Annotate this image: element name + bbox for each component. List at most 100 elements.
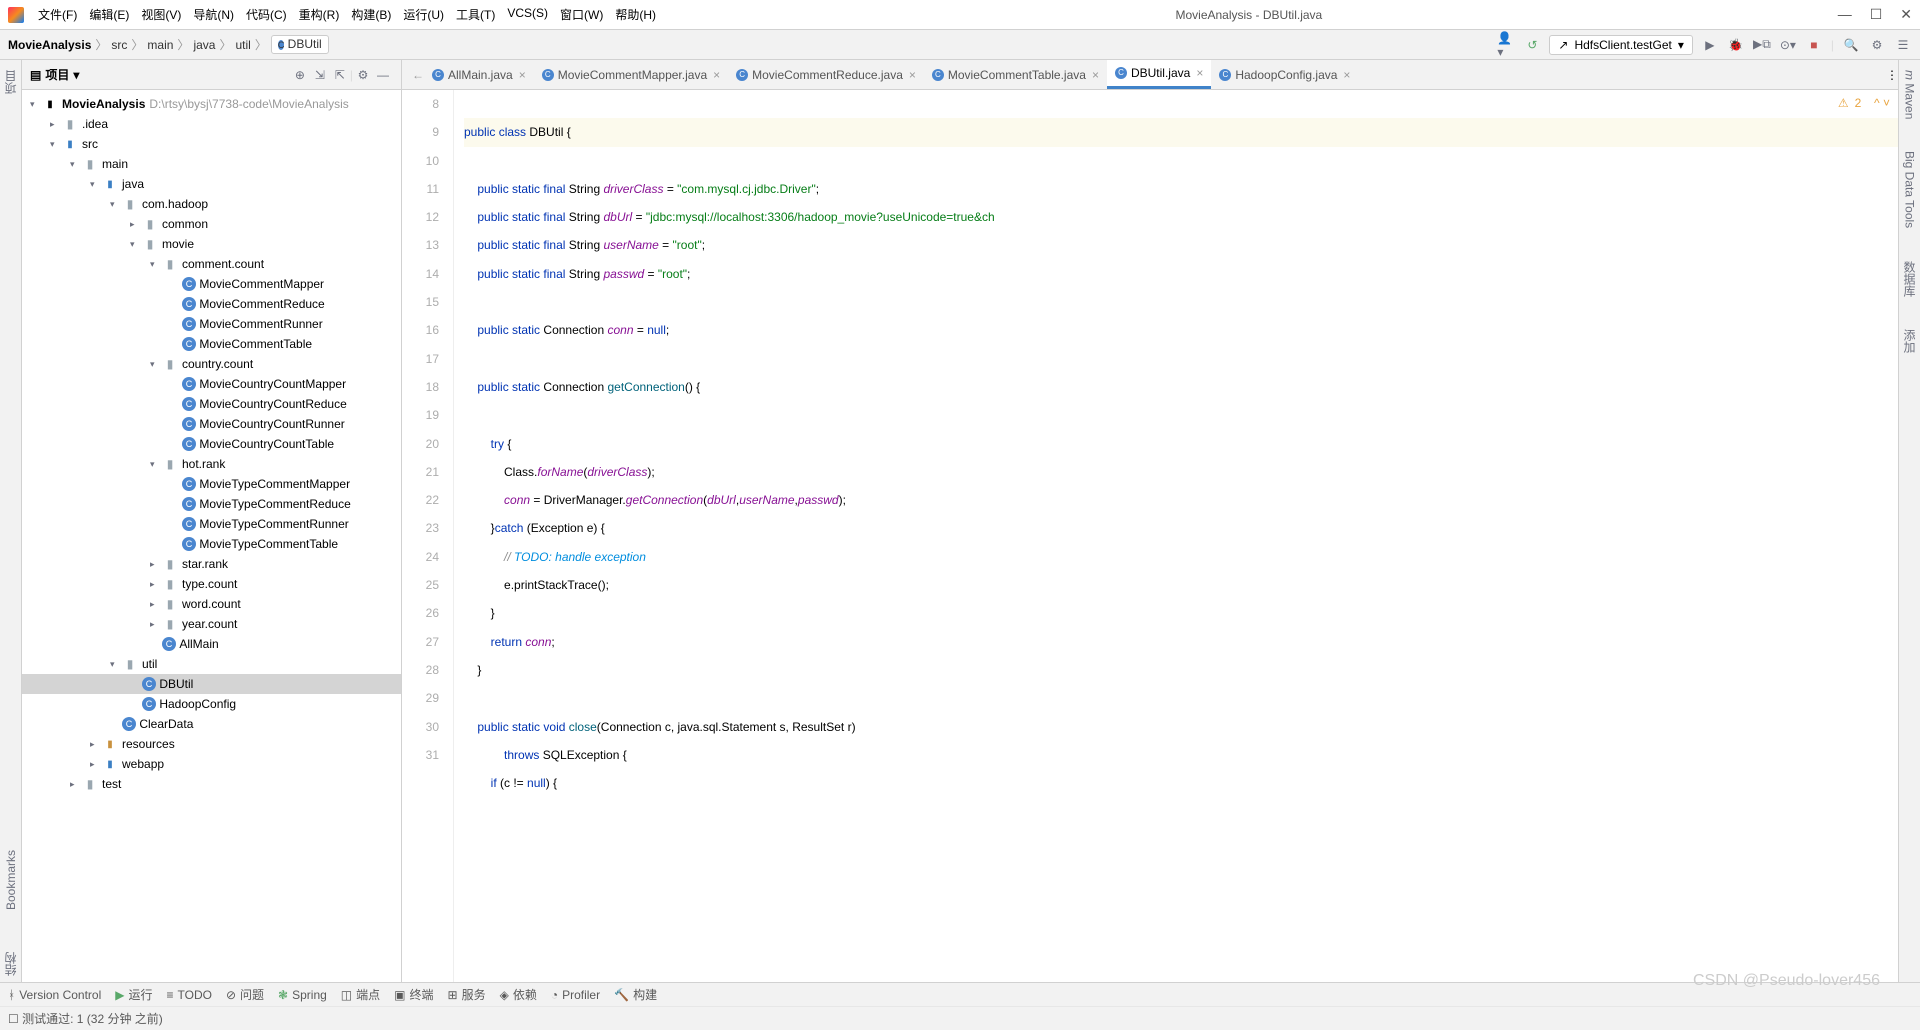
status-terminal[interactable]: ▣ 终端 [394, 986, 433, 1003]
close-icon[interactable]: × [909, 68, 916, 82]
menu-edit[interactable]: 编辑(E) [85, 4, 133, 25]
tree-package[interactable]: ▾hot.rank [22, 454, 401, 474]
tree-package[interactable]: ▸type.count [22, 574, 401, 594]
sidebar-project[interactable]: 项目 [0, 64, 21, 100]
status-version-control[interactable]: ᚼ Version Control [8, 988, 101, 1002]
gear-icon[interactable]: ⚙ [353, 65, 373, 85]
tree-class[interactable]: C MovieTypeCommentMapper [22, 474, 401, 494]
tree-package[interactable]: ▸common [22, 214, 401, 234]
sidebar-add[interactable]: 添加 [1899, 323, 1920, 359]
tree-class[interactable]: C MovieCommentReduce [22, 294, 401, 314]
tree-package[interactable]: ▾comment.count [22, 254, 401, 274]
run-icon[interactable]: ▶ [1701, 36, 1719, 54]
tree-class[interactable]: C MovieCommentRunner [22, 314, 401, 334]
tree-folder[interactable]: ▾▮src [22, 134, 401, 154]
minimize-icon[interactable]: — [1838, 6, 1852, 23]
search-icon[interactable]: 🔍 [1842, 36, 1860, 54]
menu-navigate[interactable]: 导航(N) [189, 4, 238, 25]
status-spring[interactable]: ❃ Spring [278, 988, 327, 1002]
status-build[interactable]: 🔨 构建 [614, 986, 657, 1003]
tree-folder[interactable]: ▸test [22, 774, 401, 794]
code-editor[interactable]: 8910111213141516171819202122232425262728… [402, 90, 1898, 982]
tree-class[interactable]: C MovieTypeCommentRunner [22, 514, 401, 534]
menu-build[interactable]: 构建(B) [347, 4, 395, 25]
sidebar-bigdata[interactable]: Big Data Tools [1901, 145, 1919, 234]
breadcrumb-current[interactable]: C DBUtil [271, 35, 329, 54]
close-icon[interactable]: × [713, 68, 720, 82]
tab-close-left-icon[interactable]: ← [412, 68, 424, 82]
tab[interactable]: CMovieCommentTable.java× [924, 60, 1107, 89]
inspection-indicators[interactable]: ⚠ 2 ^ ˅ [1838, 96, 1890, 110]
tree-class[interactable]: C MovieCommentTable [22, 334, 401, 354]
close-icon[interactable]: ✕ [1900, 6, 1912, 23]
tab[interactable]: CHadoopConfig.java× [1211, 60, 1358, 89]
tree-folder[interactable]: ▸▮resources [22, 734, 401, 754]
expand-all-icon[interactable]: ⇲ [310, 65, 330, 85]
tree-package[interactable]: ▾country.count [22, 354, 401, 374]
close-icon[interactable]: × [1343, 68, 1350, 82]
tree-package[interactable]: ▾movie [22, 234, 401, 254]
maximize-icon[interactable]: ☐ [1870, 6, 1883, 23]
tree-class[interactable]: C HadoopConfig [22, 694, 401, 714]
tab-active[interactable]: CDBUtil.java× [1107, 60, 1211, 89]
user-icon[interactable]: 👤▾ [1497, 36, 1515, 54]
tree-folder[interactable]: ▾▮java [22, 174, 401, 194]
select-file-icon[interactable]: ⊕ [290, 65, 310, 85]
tree-package[interactable]: ▾com.hadoop [22, 194, 401, 214]
menu-tools[interactable]: 工具(T) [452, 4, 499, 25]
status-endpoints[interactable]: ◫ 端点 [341, 986, 380, 1003]
tab[interactable]: CMovieCommentMapper.java× [534, 60, 728, 89]
project-tree[interactable]: ▾▮MovieAnalysisD:\rtsy\bysj\7738-code\Mo… [22, 90, 401, 982]
close-icon[interactable]: × [519, 68, 526, 82]
tab-more-icon[interactable]: ⋮ [1886, 68, 1898, 82]
menu-help[interactable]: 帮助(H) [611, 4, 660, 25]
tree-class[interactable]: C MovieCountryCountTable [22, 434, 401, 454]
breadcrumb-root[interactable]: MovieAnalysis [8, 38, 91, 52]
status-run[interactable]: ▶ 运行 [115, 986, 152, 1003]
status-services[interactable]: ⊞ 服务 [448, 986, 486, 1003]
menu-file[interactable]: 文件(F) [34, 4, 81, 25]
menu-vcs[interactable]: VCS(S) [503, 4, 552, 25]
debug-icon[interactable]: 🐞 [1727, 36, 1745, 54]
breadcrumb-item[interactable]: java [193, 38, 215, 52]
tree-folder[interactable]: ▸.idea [22, 114, 401, 134]
tree-class-selected[interactable]: C DBUtil [22, 674, 401, 694]
close-icon[interactable]: × [1092, 68, 1099, 82]
stop-icon[interactable]: ■ [1805, 36, 1823, 54]
profile-icon[interactable]: ⊙▾ [1779, 36, 1797, 54]
tree-folder[interactable]: ▸▮webapp [22, 754, 401, 774]
close-icon[interactable]: × [1196, 66, 1203, 80]
tree-root[interactable]: ▾▮MovieAnalysisD:\rtsy\bysj\7738-code\Mo… [22, 94, 401, 114]
status-problems[interactable]: ⊘ 问题 [226, 986, 264, 1003]
menu-run[interactable]: 运行(U) [399, 4, 448, 25]
breadcrumb-item[interactable]: main [147, 38, 173, 52]
tab[interactable]: CAllMain.java× [424, 60, 534, 89]
tree-folder[interactable]: ▾main [22, 154, 401, 174]
menu-code[interactable]: 代码(C) [242, 4, 291, 25]
tree-package[interactable]: ▸word.count [22, 594, 401, 614]
menu-view[interactable]: 视图(V) [137, 4, 185, 25]
reload-icon[interactable]: ↺ [1523, 36, 1541, 54]
breadcrumb-item[interactable]: util [235, 38, 250, 52]
status-dependencies[interactable]: ◈ 依赖 [500, 986, 537, 1003]
tree-package[interactable]: ▸year.count [22, 614, 401, 634]
coverage-icon[interactable]: ▶⧉ [1753, 36, 1771, 54]
sidebar-bookmarks[interactable]: Bookmarks [2, 844, 20, 916]
sidebar-database[interactable]: 数据库 [1899, 255, 1920, 303]
code-content[interactable]: public class DBUtil { public static fina… [454, 90, 1898, 982]
tree-class[interactable]: C MovieTypeCommentReduce [22, 494, 401, 514]
tree-class[interactable]: C MovieCommentMapper [22, 274, 401, 294]
tree-class[interactable]: C AllMain [22, 634, 401, 654]
tree-class[interactable]: C MovieTypeCommentTable [22, 534, 401, 554]
settings-icon[interactable]: ⚙ [1868, 36, 1886, 54]
tree-class[interactable]: C ClearData [22, 714, 401, 734]
tree-class[interactable]: C MovieCountryCountReduce [22, 394, 401, 414]
tree-class[interactable]: C MovieCountryCountRunner [22, 414, 401, 434]
tree-package[interactable]: ▸star.rank [22, 554, 401, 574]
hide-icon[interactable]: — [373, 65, 393, 85]
tab[interactable]: CMovieCommentReduce.java× [728, 60, 924, 89]
sidebar-maven[interactable]: m Maven [1901, 64, 1919, 125]
sidebar-structure[interactable]: 结构 [0, 946, 21, 982]
menu-window[interactable]: 窗口(W) [556, 4, 607, 25]
tree-package[interactable]: ▾util [22, 654, 401, 674]
